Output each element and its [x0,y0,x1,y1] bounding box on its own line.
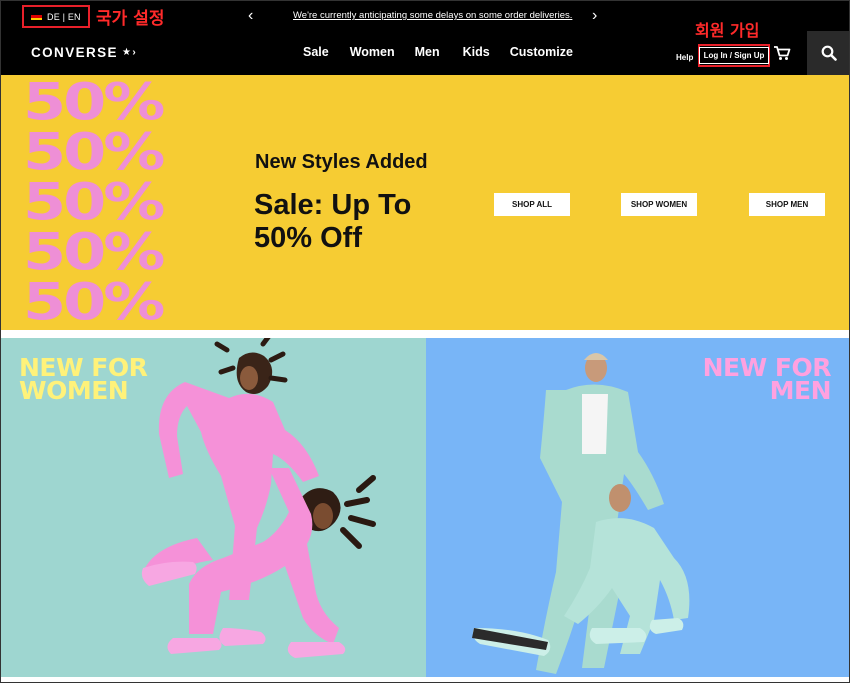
chevron-left-icon[interactable]: ‹ [248,8,253,24]
help-link[interactable]: Help [676,53,693,62]
woman-crouching-figure [167,468,376,658]
chevron-right-icon[interactable]: › [592,8,597,24]
converse-logo[interactable]: CONVERSE ★› [31,45,137,60]
section-divider [1,330,849,338]
shop-men-button[interactable]: SHOP MEN [749,193,825,216]
shop-women-button[interactable]: SHOP WOMEN [621,193,697,216]
pct-decor-5: 50% [23,272,165,330]
nav-link-customize[interactable]: Customize [510,45,573,59]
nav-links: Sale Women Men Kids Customize [303,45,573,59]
nav-link-men[interactable]: Men [415,45,440,59]
women-panel-title: NEW FOR WOMEN [19,355,148,405]
new-for-men-panel[interactable]: NEW FOR MEN [426,338,849,677]
logo-text: CONVERSE [31,45,118,60]
hero-title-line-1: Sale: Up To [254,189,412,221]
bottom-strip [1,677,849,682]
login-signup-button[interactable]: Log In / Sign Up [698,47,770,64]
hero-title: Sale: Up To 50% Off [254,189,411,255]
nav-link-sale[interactable]: Sale [303,45,329,59]
cart-icon[interactable] [773,45,791,61]
locale-label: DE | EN [47,11,81,22]
hero-subtitle: New Styles Added [255,151,428,173]
nav-link-women[interactable]: Women [350,45,395,59]
star-chevron-icon: ★› [121,47,138,58]
pct-decor-1: 50% [23,75,165,132]
main-navigation: CONVERSE ★› Sale Women Men Kids Customiz… [1,21,849,75]
locale-annotation: 국가 설정 [96,9,165,29]
pct-decor-4: 50% [23,222,165,282]
men-panel-title: NEW FOR MEN [703,355,832,405]
germany-flag-icon [31,13,42,20]
locale-selector[interactable]: DE | EN [22,5,90,28]
shop-all-button[interactable]: SHOP ALL [494,193,570,216]
signup-annotation: 회원 가입 [695,21,760,40]
login-signup-highlight: Log In / Sign Up [698,44,770,67]
hero-title-line-2: 50% Off [254,222,362,254]
page-frame: DE | EN 국가 설정 ‹ We're currently anticipa… [0,0,850,683]
women-title-line-2: WOMEN [19,376,129,405]
men-title-line-2: MEN [769,376,832,405]
announcement-link[interactable]: We're currently anticipating some delays… [293,10,572,21]
search-button[interactable] [807,31,849,75]
search-icon [821,45,837,61]
pct-decor-3: 50% [23,172,165,232]
nav-link-kids[interactable]: Kids [463,45,490,59]
pct-decor-2: 50% [23,122,165,182]
sale-hero-banner[interactable]: 50% 50% 50% 50% 50% New Styles Added Sal… [1,75,849,330]
new-for-women-panel[interactable]: NEW FOR WOMEN [1,338,426,677]
